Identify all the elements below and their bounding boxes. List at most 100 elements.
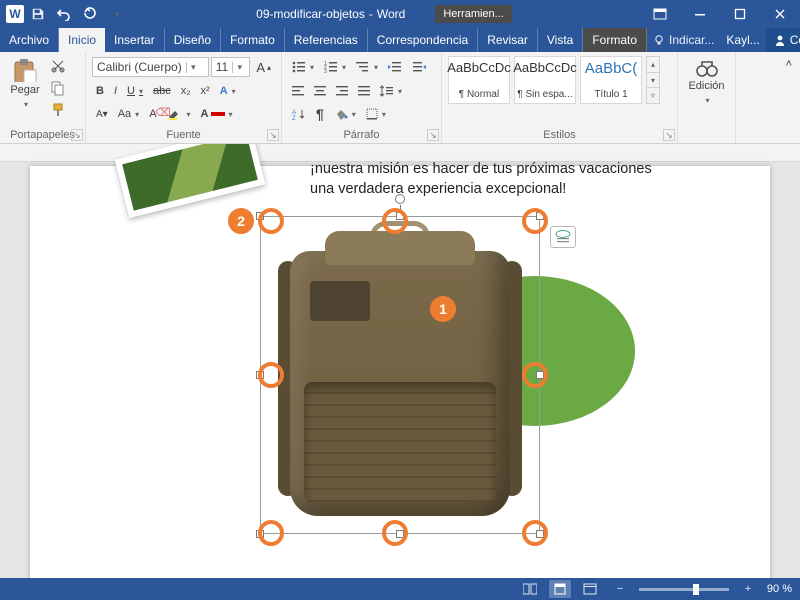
page[interactable]: ¡nuestra misión es hacer de tus próximas… bbox=[30, 166, 770, 578]
style-heading1[interactable]: AaBbC( Título 1 bbox=[580, 56, 642, 104]
read-mode-button[interactable] bbox=[519, 580, 541, 598]
styles-launcher[interactable]: ↘ bbox=[663, 129, 675, 141]
zoom-slider[interactable] bbox=[639, 588, 729, 591]
minimize-button[interactable] bbox=[680, 0, 720, 28]
show-marks-button[interactable]: ¶ bbox=[312, 104, 328, 124]
tab-view[interactable]: Vista bbox=[538, 28, 583, 52]
document-area: ¡nuestra misión es hacer de tus próximas… bbox=[0, 144, 800, 578]
paint-bucket-icon bbox=[334, 108, 348, 120]
tab-home[interactable]: Inicio bbox=[59, 28, 105, 52]
tab-insert[interactable]: Insertar bbox=[105, 28, 165, 52]
group-paragraph: 123 AZ ¶ Párrafo ↘ bbox=[282, 52, 442, 143]
callout-ring-tl bbox=[258, 208, 284, 234]
collapse-ribbon-button[interactable]: ˄ bbox=[782, 56, 796, 72]
font-launcher[interactable]: ↘ bbox=[267, 129, 279, 141]
tab-file[interactable]: Archivo bbox=[0, 28, 59, 52]
font-size-combo[interactable]: 11▾ bbox=[211, 57, 251, 77]
change-case-button[interactable]: Aa bbox=[114, 106, 143, 122]
shrink-font-button[interactable]: A▾ bbox=[92, 107, 112, 122]
callout-ring-tm bbox=[382, 208, 408, 234]
align-center-button[interactable] bbox=[310, 83, 330, 99]
callout-ring-bl bbox=[258, 520, 284, 546]
group-label-clipboard: Portapapeles bbox=[6, 127, 79, 141]
rotate-handle[interactable] bbox=[395, 194, 405, 204]
tab-format-context[interactable]: Formato bbox=[583, 28, 647, 52]
tab-references[interactable]: Referencias bbox=[285, 28, 368, 52]
context-tools-label: Herramien... bbox=[435, 5, 512, 23]
group-font: Calibri (Cuerpo)▾ 11▾ A▴ B I U abc x₂ x²… bbox=[86, 52, 282, 143]
multilevel-list-button[interactable] bbox=[352, 59, 382, 75]
superscript-button[interactable]: x² bbox=[197, 83, 214, 99]
callout-ring-mr bbox=[522, 362, 548, 388]
group-styles: AaBbCcDc ¶ Normal AaBbCcDc ¶ Sin espa...… bbox=[442, 52, 678, 143]
style-normal[interactable]: AaBbCcDc ¶ Normal bbox=[448, 56, 510, 104]
tell-me[interactable]: Indicar... bbox=[647, 28, 720, 52]
italic-button[interactable]: I bbox=[110, 83, 121, 99]
redo-button[interactable] bbox=[78, 2, 102, 26]
clipboard-launcher[interactable]: ↘ bbox=[71, 129, 83, 141]
justify-button[interactable] bbox=[354, 83, 374, 99]
close-button[interactable] bbox=[760, 0, 800, 28]
decorative-photo bbox=[115, 144, 265, 218]
brush-icon bbox=[50, 102, 66, 118]
zoom-out-button[interactable]: − bbox=[609, 580, 631, 598]
align-left-button[interactable] bbox=[288, 83, 308, 99]
quick-access-toolbar: W bbox=[0, 2, 128, 26]
share-button[interactable]: Compartir bbox=[766, 28, 800, 52]
font-color-button[interactable]: A bbox=[197, 106, 237, 122]
callout-ring-br bbox=[522, 520, 548, 546]
tab-layout[interactable]: Formato bbox=[221, 28, 285, 52]
paragraph-launcher[interactable]: ↘ bbox=[427, 129, 439, 141]
format-painter-button[interactable] bbox=[46, 100, 70, 120]
borders-button[interactable] bbox=[362, 106, 390, 122]
style-no-spacing[interactable]: AaBbCcDc ¶ Sin espa... bbox=[514, 56, 576, 104]
text-effects-button[interactable]: A bbox=[216, 83, 240, 99]
line-spacing-button[interactable] bbox=[376, 83, 406, 99]
clear-formatting-button[interactable]: A⌫ bbox=[145, 106, 160, 122]
qat-customize[interactable] bbox=[104, 2, 128, 26]
grow-font-button[interactable]: A▴ bbox=[252, 58, 275, 77]
status-bar: − + 90 % bbox=[0, 578, 800, 600]
maximize-button[interactable] bbox=[720, 0, 760, 28]
group-clipboard: Pegar Portapapeles ↘ bbox=[0, 52, 86, 143]
align-right-button[interactable] bbox=[332, 83, 352, 99]
font-name-combo[interactable]: Calibri (Cuerpo)▾ bbox=[92, 57, 209, 77]
sort-button[interactable]: AZ bbox=[288, 106, 310, 122]
save-button[interactable] bbox=[26, 2, 50, 26]
clipboard-icon bbox=[12, 58, 38, 82]
zoom-level[interactable]: 90 % bbox=[767, 583, 792, 595]
strike-button[interactable]: abc bbox=[149, 83, 175, 99]
numbering-button[interactable]: 123 bbox=[320, 59, 350, 75]
tab-review[interactable]: Revisar bbox=[478, 28, 538, 52]
print-layout-button[interactable] bbox=[549, 580, 571, 598]
decrease-indent-button[interactable] bbox=[384, 59, 406, 75]
callout-ring-tr bbox=[522, 208, 548, 234]
svg-text:3: 3 bbox=[324, 69, 327, 73]
cut-button[interactable] bbox=[46, 56, 70, 76]
increase-indent-button[interactable] bbox=[408, 59, 430, 75]
underline-button[interactable]: U bbox=[123, 83, 147, 99]
tab-mailings[interactable]: Correspondencia bbox=[368, 28, 478, 52]
styles-gallery-scroll[interactable]: ▴▾▿ bbox=[646, 56, 660, 104]
layout-options-button[interactable] bbox=[550, 226, 576, 248]
selection-box[interactable] bbox=[260, 216, 540, 534]
ribbon-display-options[interactable] bbox=[640, 0, 680, 28]
bullets-button[interactable] bbox=[288, 59, 318, 75]
layout-options-icon bbox=[555, 230, 571, 244]
shading-button[interactable] bbox=[330, 106, 360, 122]
group-editing: Edición bbox=[678, 52, 736, 143]
paste-button[interactable]: Pegar bbox=[6, 56, 44, 112]
web-layout-button[interactable] bbox=[579, 580, 601, 598]
editing-menu[interactable]: Edición bbox=[684, 56, 729, 108]
bold-button[interactable]: B bbox=[92, 83, 108, 99]
scissors-icon bbox=[50, 58, 66, 74]
tab-design[interactable]: Diseño bbox=[165, 28, 221, 52]
account-user[interactable]: Kayl... bbox=[720, 28, 765, 52]
group-label-styles: Estilos bbox=[448, 127, 671, 141]
callout-ring-ml bbox=[258, 362, 284, 388]
subscript-button[interactable]: x₂ bbox=[177, 83, 195, 99]
undo-button[interactable] bbox=[52, 2, 76, 26]
group-label-font: Fuente bbox=[92, 127, 275, 141]
copy-button[interactable] bbox=[46, 78, 70, 98]
zoom-in-button[interactable]: + bbox=[737, 580, 759, 598]
